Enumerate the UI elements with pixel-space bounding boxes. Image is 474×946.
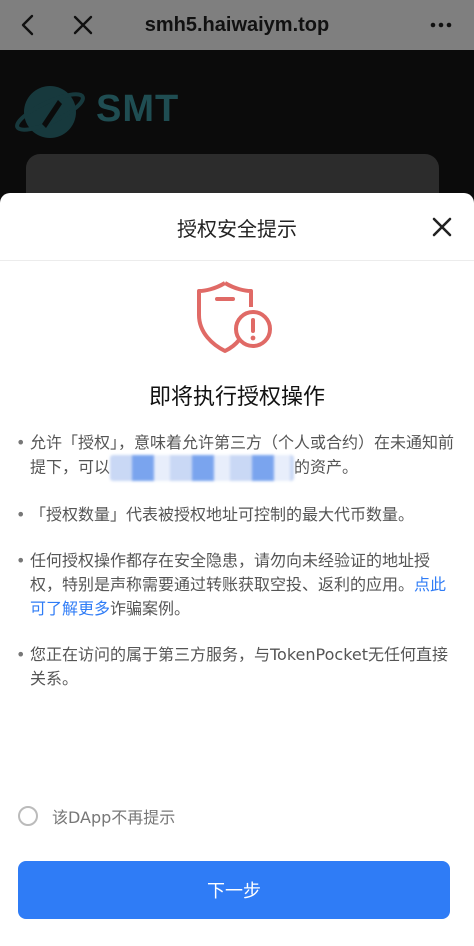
warning-item-1: 允许「授权」，意味着允许第三方（个人或合约）在未通知前提下，可以的资产。 [16,431,456,481]
warning-item-2-text: 「授权数量」代表被授权地址可控制的最大代币数量。 [30,505,415,524]
blurred-address [110,455,295,481]
warning-list: 允许「授权」，意味着允许第三方（个人或合约）在未通知前提下，可以的资产。 「授权… [16,431,456,713]
shield-warning-icon [197,281,272,353]
sheet-close-button[interactable] [428,213,456,241]
warning-item-1-text-after: 的资产。 [294,457,359,477]
more-button[interactable] [416,0,466,50]
warning-item-3-text-after: 诈骗案例。 [110,599,191,618]
more-icon [430,22,452,28]
warning-item-3: 任何授权操作都存在安全隐患，请勿向未经验证的地址授权，特别是声称需要通过转账获取… [16,549,456,621]
smt-logo-icon [15,86,85,138]
warning-item-2: 「授权数量」代表被授权地址可控制的最大代币数量。 [16,503,456,527]
sheet-title: 授权安全提示 [177,217,297,241]
warning-item-4: 您正在访问的属于第三方服务，与TokenPocket无任何直接关系。 [16,643,456,691]
next-step-button[interactable]: 下一步 [18,861,450,919]
close-icon [432,217,452,237]
warning-item-4-text: 您正在访问的属于第三方服务，与TokenPocket无任何直接关系。 [30,645,449,688]
auth-warning-sheet: 授权安全提示 即将执行授权操作 允许「授权」，意味着允许第三方（个人或合约）在未… [0,193,474,946]
warning-heading: 即将执行授权操作 [148,385,325,410]
dont-remind-label: 该DApp不再提示 [52,808,176,827]
dapp-background: SMT [0,50,474,214]
url-text: smh5.haiwaiym.top [144,14,330,36]
dont-remind-radio[interactable] [18,806,38,826]
browser-topbar: smh5.haiwaiym.top [0,0,474,50]
dapp-logo-text: SMT [96,88,180,130]
warning-item-3-text-before: 任何授权操作都存在安全隐患，请勿向未经验证的地址授权，特别是声称需要通过转账获取… [30,551,431,594]
sheet-header: 授权安全提示 [0,193,474,261]
dont-remind-row[interactable]: 该DApp不再提示 [18,804,175,828]
